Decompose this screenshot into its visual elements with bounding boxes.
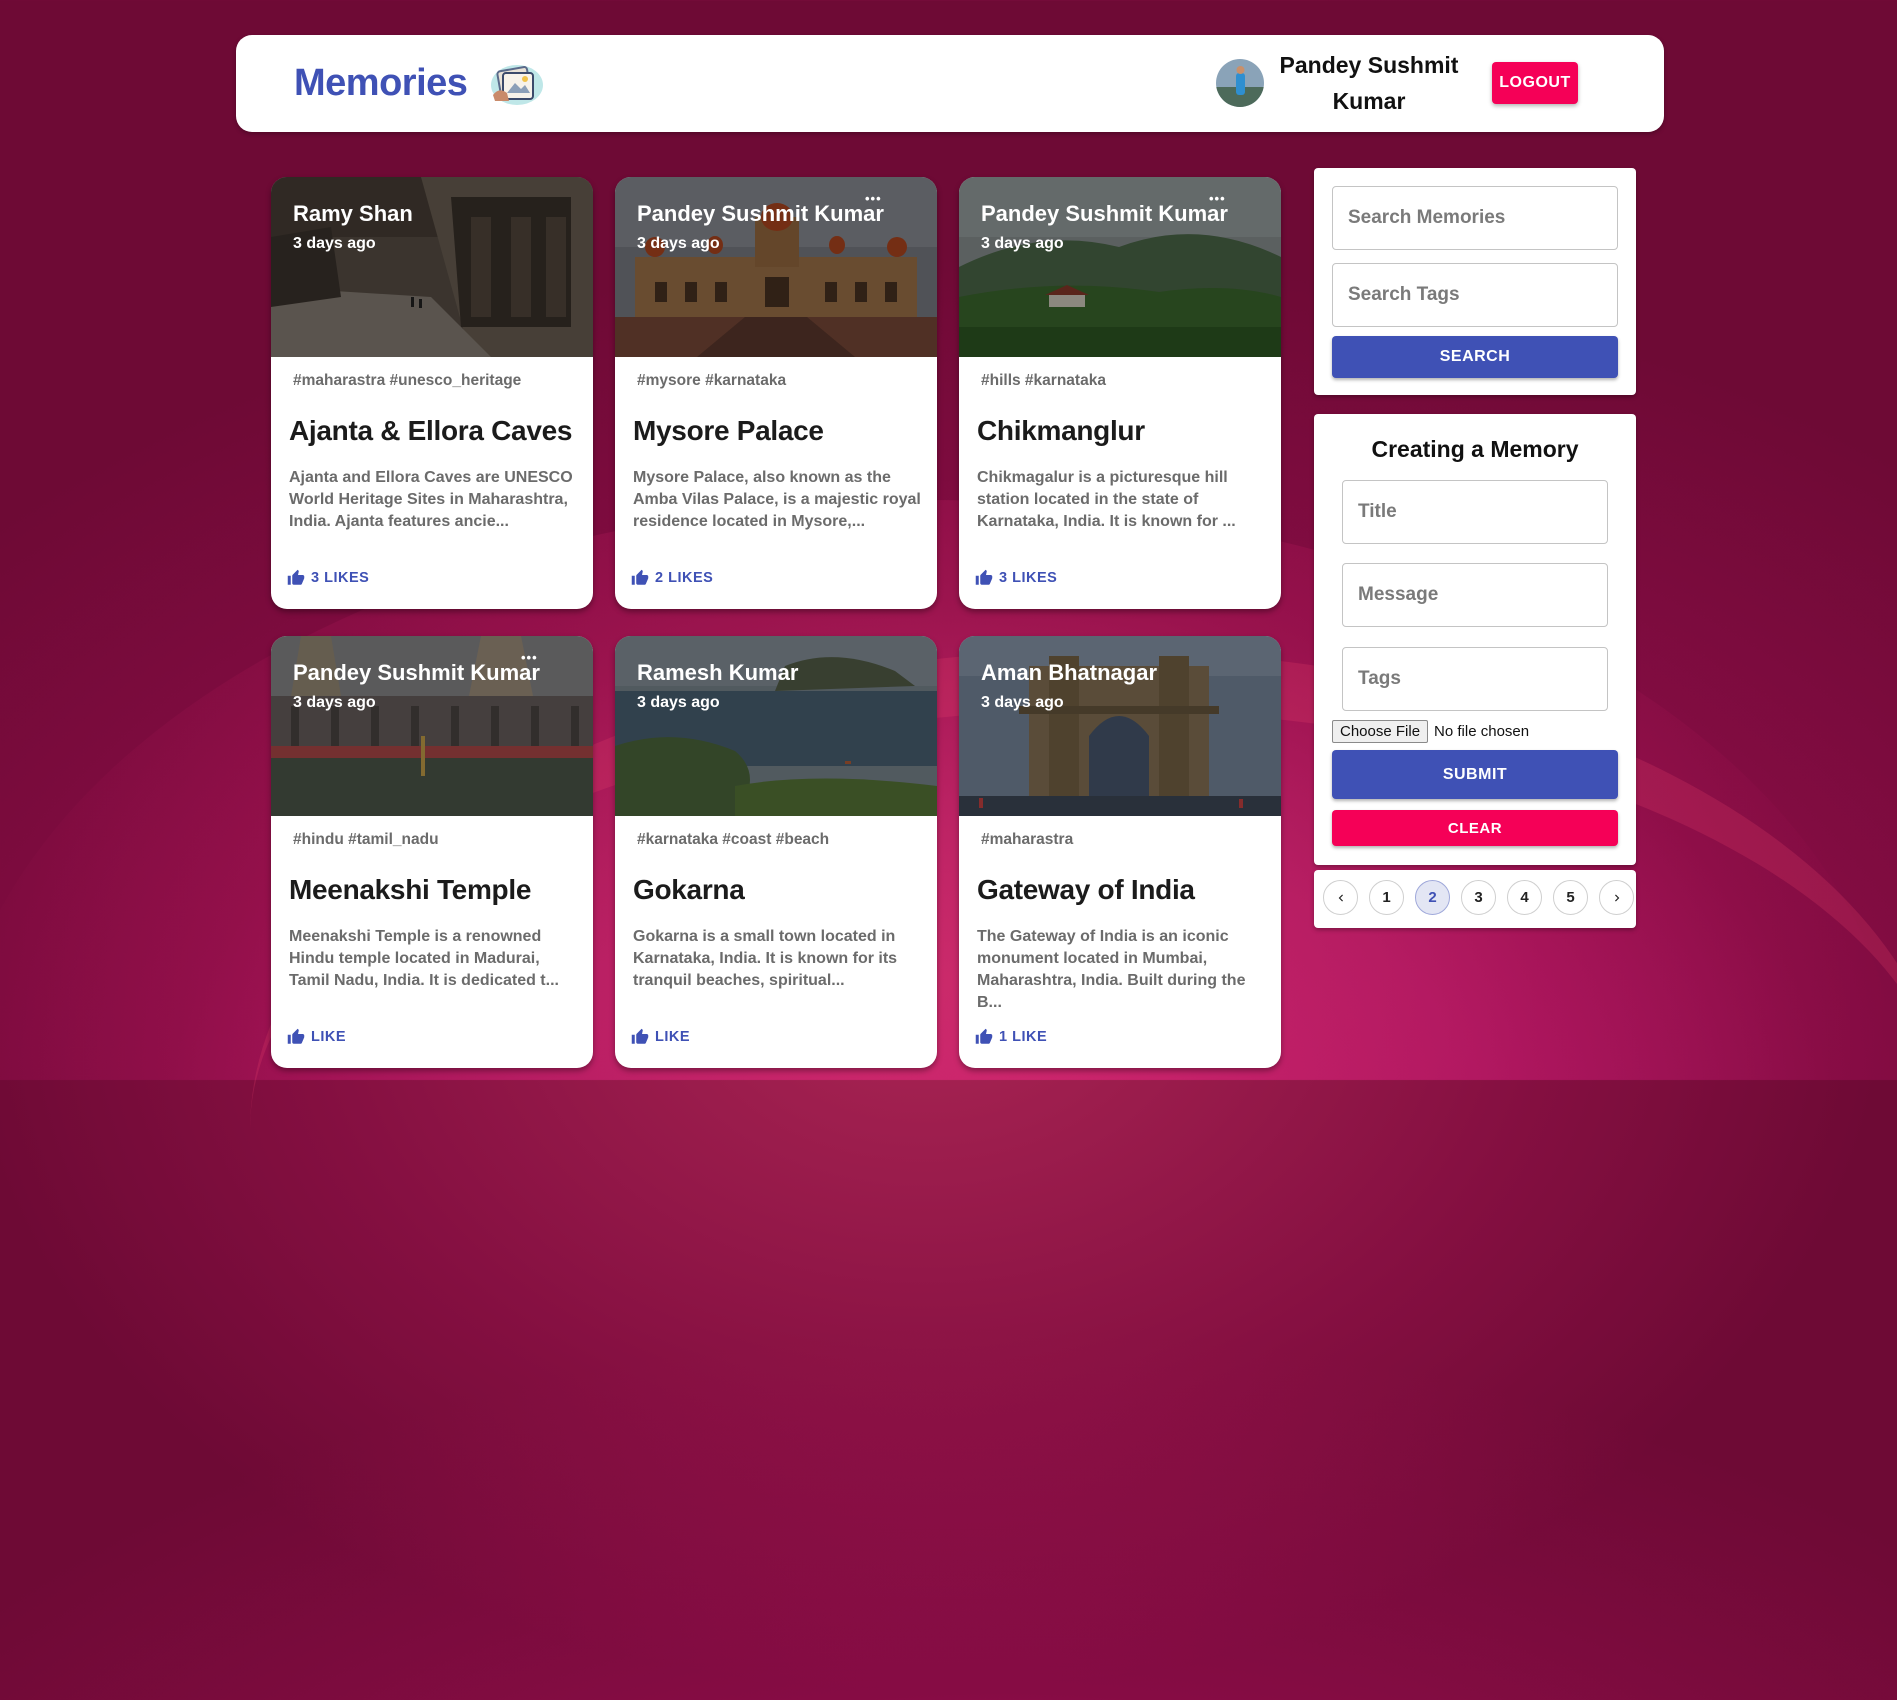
thumb-up-icon	[287, 1028, 305, 1044]
file-status: No file chosen	[1434, 723, 1530, 740]
card-author: Aman Bhatnagar	[981, 660, 1158, 685]
card-timestamp: 3 days ago	[293, 694, 376, 711]
like-count: 3 LIKES	[999, 570, 1058, 586]
like-count: 2 LIKES	[655, 570, 714, 586]
thumb-up-icon	[287, 569, 305, 585]
card-title: Ajanta & Ellora Caves	[289, 415, 573, 446]
tags-field[interactable]: Tags	[1342, 647, 1608, 711]
card-message: The Gateway of India is an iconic monume…	[977, 928, 1246, 1011]
card-message: Chikmagalur is a picturesque hill statio…	[977, 469, 1236, 530]
card-tags: #karnataka #coast #beach	[637, 831, 830, 848]
like-button[interactable]: LIKE	[287, 1028, 346, 1046]
memory-card[interactable]: Aman Bhatnagar 3 days ago #maharastra Ga…	[959, 636, 1281, 1068]
memory-card[interactable]: Pandey Sushmit Kumar 3 days ago ••• #mys…	[615, 177, 937, 609]
thumb-up-icon	[631, 1028, 649, 1044]
thumb-up-icon	[975, 569, 993, 585]
chevron-right-icon	[1614, 894, 1619, 901]
card-image: Pandey Sushmit Kumar 3 days ago •••	[271, 636, 593, 816]
card-image: Ramesh Kumar 3 days ago	[615, 636, 937, 816]
like-button[interactable]: 3 LIKES	[287, 569, 369, 587]
thumb-up-icon	[975, 1028, 993, 1044]
card-tags: #hills #karnataka	[981, 372, 1106, 389]
card-timestamp: 3 days ago	[981, 694, 1064, 711]
card-message: Meenakshi Temple is a renowned Hindu tem…	[289, 928, 559, 989]
memory-card[interactable]: Ramy Shan 3 days ago #maharastra #unesco…	[271, 177, 593, 609]
form-heading: Creating a Memory	[1371, 436, 1579, 462]
memories-logo-icon	[491, 65, 544, 105]
card-timestamp: 3 days ago	[637, 235, 720, 252]
app-bar: Memories Pandey Sushmit Kumar LOGOUT	[236, 35, 1664, 132]
memory-card[interactable]: Ramesh Kumar 3 days ago #karnataka #coas…	[615, 636, 937, 1068]
page-button[interactable]: 3	[1461, 880, 1496, 915]
memory-card[interactable]: Pandey Sushmit Kumar 3 days ago ••• #hin…	[271, 636, 593, 1068]
card-tags: #mysore #karnataka	[637, 372, 787, 389]
search-memories-input[interactable]: Search Memories	[1332, 186, 1618, 250]
card-author: Ramesh Kumar	[637, 660, 799, 685]
card-timestamp: 3 days ago	[637, 694, 720, 711]
pagination: 12345	[1323, 880, 1634, 915]
search-panel: Search Memories Search Tags SEARCH	[1314, 168, 1636, 395]
card-timestamp: 3 days ago	[293, 235, 376, 252]
page-button[interactable]: 1	[1369, 880, 1404, 915]
title-field[interactable]: Title	[1342, 480, 1608, 544]
like-button[interactable]: 1 LIKE	[975, 1028, 1047, 1046]
user-info: Pandey Sushmit Kumar	[1216, 47, 1464, 119]
search-tags-input[interactable]: Search Tags	[1332, 263, 1618, 327]
card-message: Ajanta and Ellora Caves are UNESCO World…	[289, 469, 573, 530]
page-prev-button[interactable]	[1323, 880, 1358, 915]
chevron-left-icon	[1338, 894, 1343, 901]
like-button[interactable]: 2 LIKES	[631, 569, 713, 587]
user-name: Pandey Sushmit Kumar	[1279, 52, 1459, 114]
logout-button[interactable]: LOGOUT	[1492, 62, 1578, 104]
card-title: Meenakshi Temple	[289, 874, 532, 905]
card-timestamp: 3 days ago	[981, 235, 1064, 252]
more-options-icon[interactable]: •••	[1209, 191, 1226, 206]
choose-file-button[interactable]: Choose File	[1332, 720, 1429, 743]
user-avatar-image	[1216, 59, 1264, 107]
card-image: Pandey Sushmit Kumar 3 days ago •••	[615, 177, 937, 357]
card-message: Mysore Palace, also known as the Amba Vi…	[633, 469, 921, 530]
card-title: Gokarna	[633, 874, 745, 905]
card-message: Gokarna is a small town located in Karna…	[633, 928, 898, 989]
card-title: Gateway of India	[977, 874, 1195, 905]
page-next-button[interactable]	[1599, 880, 1634, 915]
more-options-icon[interactable]: •••	[521, 650, 538, 665]
card-author: Ramy Shan	[293, 201, 413, 226]
like-count: 3 LIKES	[311, 570, 370, 586]
memory-card[interactable]: Pandey Sushmit Kumar 3 days ago ••• #hil…	[959, 177, 1281, 609]
card-author: Pandey Sushmit Kumar	[637, 201, 884, 226]
page-button[interactable]: 4	[1507, 880, 1542, 915]
brand[interactable]: Memories	[294, 57, 545, 109]
like-button[interactable]: LIKE	[631, 1028, 690, 1046]
more-options-icon[interactable]: •••	[865, 191, 882, 206]
card-image: Pandey Sushmit Kumar 3 days ago •••	[959, 177, 1281, 357]
pagination-panel: 12345	[1314, 870, 1636, 928]
search-button[interactable]: SEARCH	[1332, 336, 1618, 378]
card-author: Pandey Sushmit Kumar	[981, 201, 1228, 226]
app-title[interactable]: Memories	[294, 62, 468, 105]
create-memory-form: Creating a Memory Title Message Tags Cho…	[1314, 414, 1636, 865]
file-input: Choose File No file chosen	[1332, 720, 1529, 743]
card-tags: #hindu #tamil_nadu	[293, 831, 439, 848]
card-author: Pandey Sushmit Kumar	[293, 660, 540, 685]
card-image: Ramy Shan 3 days ago	[271, 177, 593, 357]
card-tags: #maharastra #unesco_heritage	[293, 372, 522, 389]
card-tags: #maharastra	[981, 831, 1074, 848]
like-count: LIKE	[655, 1029, 691, 1045]
card-image: Aman Bhatnagar 3 days ago	[959, 636, 1281, 816]
like-button[interactable]: 3 LIKES	[975, 569, 1057, 587]
card-title: Chikmanglur	[977, 415, 1145, 446]
page-button[interactable]: 2	[1415, 880, 1450, 915]
page-button[interactable]: 5	[1553, 880, 1588, 915]
like-count: 1 LIKE	[999, 1029, 1048, 1045]
clear-button[interactable]: CLEAR	[1332, 810, 1618, 846]
message-field[interactable]: Message	[1342, 563, 1608, 627]
card-title: Mysore Palace	[633, 415, 824, 446]
thumb-up-icon	[631, 569, 649, 585]
submit-button[interactable]: SUBMIT	[1332, 750, 1618, 799]
avatar[interactable]	[1216, 59, 1264, 107]
like-count: LIKE	[311, 1029, 347, 1045]
